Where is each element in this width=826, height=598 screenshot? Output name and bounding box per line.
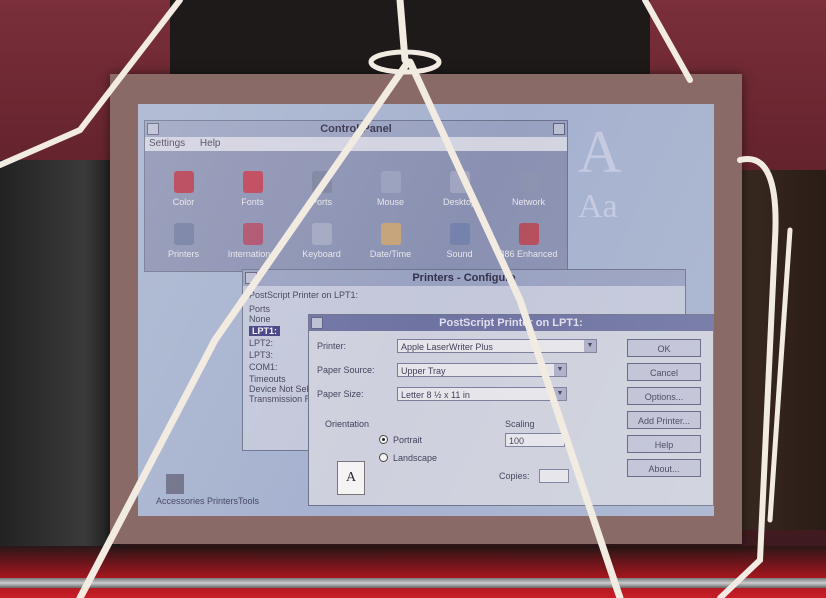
paper-size-value: Letter 8 ½ x 11 in xyxy=(401,390,470,400)
control-panel-title: Control Panel xyxy=(320,123,392,135)
paper-source-value: Upper Tray xyxy=(401,366,446,376)
orientation-preview-icon: A xyxy=(337,461,365,495)
control-panel-item[interactable]: Fonts xyxy=(218,155,287,207)
program-group-icon[interactable] xyxy=(166,474,184,494)
control-panel-app-icon[interactable] xyxy=(380,171,401,193)
control-panel-item-label: 386 Enhanced xyxy=(499,249,558,259)
control-panel-app-icon[interactable] xyxy=(449,171,470,193)
chevron-down-icon[interactable]: ▼ xyxy=(584,340,596,352)
printer-select[interactable]: Apple LaserWriter Plus ▼ xyxy=(397,339,597,353)
system-menu-icon[interactable] xyxy=(245,272,257,284)
control-panel-item-label: Mouse xyxy=(376,197,404,207)
about-button[interactable]: About... xyxy=(627,459,701,477)
system-menu-icon[interactable] xyxy=(311,317,323,329)
menu-help[interactable]: Help xyxy=(200,138,221,149)
control-panel-item-label: Printers xyxy=(167,249,199,259)
scaling-label: Scaling xyxy=(505,419,535,429)
scaling-value: 100 xyxy=(509,436,525,446)
control-panel-item-label: International xyxy=(227,249,278,259)
right-clamp xyxy=(731,170,826,530)
control-panel-icon-grid: Color Fonts Ports Mouse Desktop Network Printe… xyxy=(145,151,567,271)
orientation-label: Orientation xyxy=(325,419,370,429)
rope-upper-right xyxy=(642,0,693,83)
postscript-dialog-title: PostScript Printer on LPT1: xyxy=(439,317,583,329)
control-panel-app-icon[interactable] xyxy=(242,223,263,245)
control-panel-item-label: Ports xyxy=(310,197,332,207)
control-panel-item[interactable]: Keyboard xyxy=(287,207,356,259)
portrait-radio[interactable] xyxy=(379,435,388,444)
control-panel-item-label: Color xyxy=(172,197,195,207)
paper-source-label: Paper Source: xyxy=(317,365,375,375)
control-panel-menubar: Settings Help xyxy=(145,137,567,151)
control-panel-item[interactable]: 386 Enhanced xyxy=(494,207,563,259)
control-panel-item[interactable]: Ports xyxy=(287,155,356,207)
control-panel-app-icon[interactable] xyxy=(173,171,194,193)
desktop-group-icons[interactable]: Accessories PrintersTools xyxy=(156,474,259,506)
ok-button[interactable]: OK xyxy=(627,339,701,357)
options-button[interactable]: Options... xyxy=(627,387,701,405)
control-panel-item-label: Fonts xyxy=(241,197,264,207)
menu-settings[interactable]: Settings xyxy=(149,138,185,149)
font-sample-large: A xyxy=(578,119,622,185)
control-panel-titlebar[interactable]: Control Panel xyxy=(145,121,567,137)
control-panel-app-icon[interactable] xyxy=(518,171,539,193)
chevron-down-icon[interactable]: ▼ xyxy=(554,364,566,376)
control-panel-app-icon[interactable] xyxy=(311,171,332,193)
cancel-button[interactable]: Cancel xyxy=(627,363,701,381)
font-sample-medium: Aa xyxy=(578,188,618,225)
paper-size-label: Paper Size: xyxy=(317,389,364,399)
copies-label: Copies: xyxy=(499,471,530,481)
control-panel-item-label: Keyboard xyxy=(302,249,341,259)
desktop-icon-label: Accessories PrintersTools xyxy=(156,496,260,506)
control-panel-app-icon[interactable] xyxy=(242,171,263,193)
paper-size-select[interactable]: Letter 8 ½ x 11 in ▼ xyxy=(397,387,567,401)
control-panel-item[interactable]: International xyxy=(218,207,287,259)
control-panel-item[interactable]: Network xyxy=(494,155,563,207)
landscape-label: Landscape xyxy=(393,453,438,463)
red-base xyxy=(0,546,826,598)
control-panel-app-icon[interactable] xyxy=(380,223,401,245)
lcd-screen: Control Panel Settings Help Color Fonts Po… xyxy=(138,104,714,516)
control-panel-item[interactable]: Desktop xyxy=(425,155,494,207)
control-panel-item[interactable]: Printers xyxy=(149,207,218,259)
control-panel-app-icon[interactable] xyxy=(173,223,194,245)
copies-input[interactable] xyxy=(539,469,569,483)
printers-configure-titlebar[interactable]: Printers - Configure xyxy=(243,270,685,286)
system-menu-icon[interactable] xyxy=(147,123,159,135)
control-panel-app-icon[interactable] xyxy=(518,223,539,245)
scaling-input[interactable]: 100 xyxy=(505,433,565,447)
printers-configure-subtitle: PostScript Printer on LPT1: xyxy=(249,290,359,300)
postscript-printer-dialog: PostScript Printer on LPT1: Printer: App… xyxy=(308,314,714,506)
control-panel-item-label: Network xyxy=(511,197,545,207)
control-panel-item[interactable]: Date/Time xyxy=(356,207,425,259)
metal-rail xyxy=(0,578,826,588)
printers-configure-title: Printers - Configure xyxy=(412,272,516,284)
postscript-dialog-titlebar[interactable]: PostScript Printer on LPT1: xyxy=(309,315,713,331)
control-panel-window: Control Panel Settings Help Color Fonts Po… xyxy=(144,120,568,272)
printer-label: Printer: xyxy=(317,341,347,351)
control-panel-app-icon[interactable] xyxy=(311,223,332,245)
ports-label: Ports xyxy=(249,304,271,314)
photo-scene: Control Panel Settings Help Color Fonts Po… xyxy=(0,0,826,598)
control-panel-item[interactable]: Sound xyxy=(425,207,494,259)
printer-select-value: Apple LaserWriter Plus xyxy=(401,342,493,352)
control-panel-app-icon[interactable] xyxy=(449,223,470,245)
background-stand xyxy=(170,0,650,80)
control-panel-item-label: Desktop xyxy=(442,197,477,207)
minimize-icon[interactable] xyxy=(553,123,565,135)
control-panel-item-label: Sound xyxy=(446,249,473,259)
control-panel-item-label: Date/Time xyxy=(369,249,412,259)
paper-source-select[interactable]: Upper Tray ▼ xyxy=(397,363,567,377)
postscript-dialog-body: Printer: Apple LaserWriter Plus ▼ Paper … xyxy=(309,331,713,503)
add-printer-button[interactable]: Add Printer... xyxy=(627,411,701,429)
landscape-radio[interactable] xyxy=(379,453,388,462)
portrait-label: Portrait xyxy=(393,435,423,445)
help-button[interactable]: Help xyxy=(627,435,701,453)
chevron-down-icon[interactable]: ▼ xyxy=(554,388,566,400)
font-sample-text: A Aa xyxy=(578,122,621,224)
control-panel-item[interactable]: Color xyxy=(149,155,218,207)
left-clamp xyxy=(0,160,120,580)
control-panel-item[interactable]: Mouse xyxy=(356,155,425,207)
lcd-panel-frame: Control Panel Settings Help Color Fonts Po… xyxy=(110,74,742,544)
